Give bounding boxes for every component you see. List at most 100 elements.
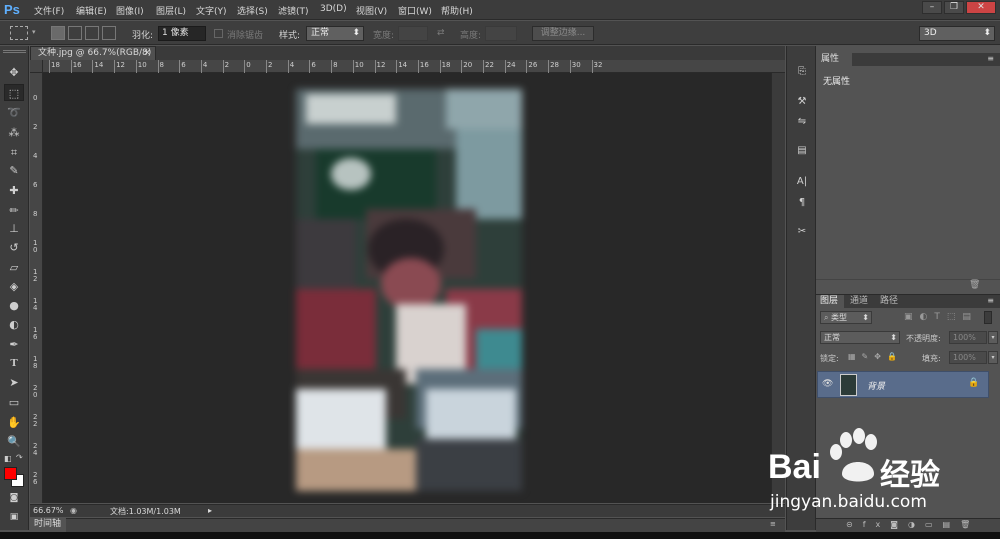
workspace-select[interactable]: 3D ⬍ bbox=[919, 26, 995, 41]
path-select-icon[interactable]: ➤ bbox=[4, 374, 24, 391]
move-tool-icon[interactable]: ✥ bbox=[4, 64, 24, 81]
adjustments-panel-icon[interactable]: ⇋ bbox=[792, 113, 812, 131]
history-brush-icon[interactable]: ↺ bbox=[4, 239, 24, 256]
paragraph-panel-icon[interactable]: ¶ bbox=[792, 194, 812, 212]
height-input[interactable] bbox=[485, 26, 517, 41]
ruler-tick-mark bbox=[309, 60, 311, 73]
subtract-selection-icon[interactable] bbox=[85, 26, 99, 40]
menu-image[interactable]: 图像(I) bbox=[116, 4, 144, 17]
restore-button[interactable]: ❐ bbox=[944, 1, 964, 14]
menu-layer[interactable]: 图层(L) bbox=[156, 4, 186, 17]
layer-row[interactable]: 👁 背景 🔒 bbox=[817, 371, 989, 398]
screen-mode-icon[interactable]: ▣ bbox=[4, 509, 24, 526]
new-selection-icon[interactable] bbox=[51, 26, 65, 40]
actions-panel-icon[interactable]: ⚒ bbox=[792, 93, 812, 111]
properties-tab[interactable]: 属性 bbox=[816, 53, 852, 66]
style-select[interactable]: 正常 ⬍ bbox=[306, 26, 364, 41]
feather-input[interactable]: 1 像素 bbox=[158, 26, 206, 41]
clone-stamp-icon[interactable]: ⊥ bbox=[4, 220, 24, 237]
menu-window[interactable]: 窗口(W) bbox=[398, 4, 432, 17]
tab-paths[interactable]: 路径 bbox=[876, 295, 904, 308]
fill-input[interactable]: 100% bbox=[949, 351, 987, 364]
document-tab[interactable]: 文种.jpg @ 66.7%(RGB/8) × bbox=[30, 46, 156, 60]
intersect-selection-icon[interactable] bbox=[102, 26, 116, 40]
eraser-tool-icon[interactable]: ▱ bbox=[4, 259, 24, 276]
watermark-brand-cn: 经验 bbox=[880, 458, 940, 493]
blur-tool-icon[interactable]: ● bbox=[4, 297, 24, 314]
options-bar: ▾ 羽化: 1 像素 消除锯齿 样式: 正常 ⬍ 宽度: ⇄ 高度: 调整边缘..… bbox=[0, 21, 1000, 45]
tab-channels[interactable]: 通道 bbox=[846, 295, 874, 308]
refine-edge-button[interactable]: 调整边缘... bbox=[532, 26, 594, 41]
swap-icon[interactable]: ⇄ bbox=[437, 28, 445, 38]
panel-menu-icon[interactable]: ≡ bbox=[770, 520, 776, 528]
menu-file[interactable]: 文件(F) bbox=[34, 4, 64, 17]
zoom-tool-icon[interactable]: 🔍 bbox=[4, 433, 24, 450]
lock-options-icons[interactable]: ▦✎✥🔒 bbox=[848, 352, 903, 361]
chevron-down-icon[interactable]: ▾ bbox=[32, 28, 36, 36]
healing-brush-icon[interactable]: ✚ bbox=[4, 182, 24, 199]
tab-layers[interactable]: 图层 bbox=[816, 295, 844, 308]
dodge-tool-icon[interactable]: ◐ bbox=[4, 316, 24, 333]
magic-wand-icon[interactable]: ⁂ bbox=[4, 124, 24, 141]
panel-menu-icon[interactable]: ≡ bbox=[987, 296, 994, 305]
lasso-tool-icon[interactable]: ➰ bbox=[4, 104, 24, 121]
close-button[interactable]: ✕ bbox=[966, 1, 996, 14]
width-input[interactable] bbox=[398, 26, 428, 41]
marquee-tool-icon[interactable]: ⬚ bbox=[4, 84, 24, 101]
zoom-level[interactable]: 66.67% bbox=[33, 506, 64, 515]
ruler-origin[interactable] bbox=[30, 60, 43, 73]
type-tool-icon[interactable]: T bbox=[4, 355, 24, 372]
layer-name[interactable]: 背景 bbox=[867, 379, 885, 392]
ruler-tick-label: 2 bbox=[268, 61, 273, 69]
layer-filter-icons[interactable]: ▣◐T⬚▤ bbox=[904, 312, 978, 322]
pen-tool-icon[interactable]: ✒ bbox=[4, 336, 24, 353]
eye-icon[interactable]: 👁 bbox=[822, 379, 833, 389]
trash-icon[interactable]: 🗑 bbox=[969, 280, 980, 290]
opacity-dropdown[interactable]: ▾ bbox=[988, 331, 998, 344]
rect-marquee-icon[interactable] bbox=[10, 26, 28, 40]
add-selection-icon[interactable] bbox=[68, 26, 82, 40]
toolbar-grip[interactable] bbox=[3, 50, 26, 53]
menu-help[interactable]: 帮助(H) bbox=[441, 4, 473, 17]
eyedropper-icon[interactable]: ✎ bbox=[4, 162, 24, 179]
menu-filter[interactable]: 滤镜(T) bbox=[278, 4, 309, 17]
swap-colors-icon[interactable]: ↷ bbox=[16, 453, 23, 462]
character-panel-icon[interactable]: A| bbox=[792, 173, 812, 191]
layer-actions-icons[interactable]: ⊝fx◙◑▭▤🗑 bbox=[846, 520, 980, 529]
status-icon[interactable]: ◉ bbox=[70, 506, 77, 515]
foreground-color-swatch[interactable] bbox=[4, 467, 17, 480]
blend-mode-select[interactable]: 正常 ⬍ bbox=[820, 331, 900, 344]
ruler-tick-mark bbox=[374, 60, 376, 73]
ruler-tick-label: 2 4 bbox=[33, 442, 38, 457]
menu-edit[interactable]: 编辑(E) bbox=[76, 4, 107, 17]
layer-filter-select[interactable]: ⌕ 类型 ⬍ bbox=[820, 311, 872, 324]
brush-tool-icon[interactable]: ✏ bbox=[4, 202, 24, 219]
timeline-tab[interactable]: 时间轴 bbox=[30, 518, 66, 532]
close-tab-icon[interactable]: × bbox=[143, 47, 151, 59]
antialias-checkbox[interactable] bbox=[214, 29, 223, 38]
quick-mask-icon[interactable]: ◙ bbox=[4, 490, 24, 507]
default-colors-icon[interactable]: ◧ bbox=[4, 454, 12, 463]
document-image[interactable] bbox=[296, 89, 522, 491]
timeline-panel: ≡ bbox=[30, 518, 785, 532]
fill-dropdown[interactable]: ▾ bbox=[988, 351, 998, 364]
rectangle-tool-icon[interactable]: ▭ bbox=[4, 394, 24, 411]
history-panel-icon[interactable]: ⎘ bbox=[792, 63, 812, 81]
libraries-panel-icon[interactable]: ▤ bbox=[792, 142, 812, 160]
menu-3d[interactable]: 3D(D) bbox=[320, 4, 347, 14]
panel-menu-icon[interactable]: ≡ bbox=[987, 54, 994, 63]
opacity-input[interactable]: 100% bbox=[949, 331, 987, 344]
ruler-tick-mark bbox=[483, 60, 484, 73]
ruler-tick-mark bbox=[244, 60, 246, 73]
menu-type[interactable]: 文字(Y) bbox=[196, 4, 227, 17]
hand-tool-icon[interactable]: ✋ bbox=[4, 414, 24, 431]
minimize-button[interactable]: – bbox=[922, 1, 942, 14]
menu-select[interactable]: 选择(S) bbox=[237, 4, 268, 17]
status-menu-arrow-icon[interactable]: ▸ bbox=[208, 506, 212, 515]
filter-toggle[interactable] bbox=[984, 311, 992, 324]
gradient-tool-icon[interactable]: ◈ bbox=[4, 278, 24, 295]
crop-tool-icon[interactable]: ⌗ bbox=[4, 144, 24, 161]
ruler-tick-mark bbox=[49, 60, 50, 73]
menu-view[interactable]: 视图(V) bbox=[356, 4, 387, 17]
tool-presets-icon[interactable]: ✂ bbox=[792, 223, 812, 241]
